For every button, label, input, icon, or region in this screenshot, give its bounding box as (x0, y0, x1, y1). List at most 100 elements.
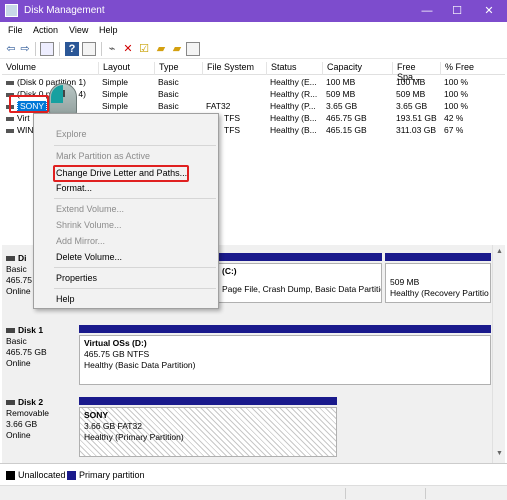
drive-icon (6, 80, 14, 85)
partition-virtual-oss[interactable]: Virtual OSs (D:) 465.75 GB NTFS Healthy … (79, 335, 491, 385)
volume-name: (Disk 0 partition 1) (6, 77, 99, 87)
menu-item-help[interactable]: Help (56, 294, 75, 304)
toolbar-separator (35, 42, 36, 56)
volume-layout: Simple (102, 101, 128, 111)
menu-action[interactable]: Action (33, 25, 58, 35)
partition-bar (217, 253, 382, 261)
volume-free: 509 MB (396, 89, 426, 99)
console-tree-icon[interactable] (40, 42, 54, 56)
disk-icon (6, 256, 15, 262)
properties-icon[interactable] (82, 42, 96, 56)
scroll-down-icon[interactable]: ▼ (496, 450, 503, 457)
disk-name: Disk 1 (18, 325, 44, 335)
legend-primary-partition: Primary partition (79, 470, 145, 480)
volume-fs: TFS (224, 125, 241, 135)
disk-name: Disk 2 (18, 397, 44, 407)
partition-status: Healthy (Basic Data Partition) (84, 360, 196, 370)
partition-status: Healthy (Recovery Partitio (390, 288, 489, 298)
toolbar: ⇦ ⇨ ? ⌁ ✕ ☑ ▰ ▰ (0, 39, 507, 59)
menu-item-properties[interactable]: Properties (56, 273, 97, 283)
view-icon[interactable] (186, 42, 200, 56)
menu-separator (54, 288, 216, 289)
maximize-button[interactable]: ☐ (444, 2, 470, 20)
menu-item-shrink-volume[interactable]: Shrink Volume... (56, 220, 122, 230)
primary-partition-swatch (67, 471, 76, 480)
partition-name: SONY (84, 410, 109, 420)
column-layout[interactable]: Layout (99, 62, 155, 75)
drive-icon (6, 128, 14, 133)
disk-state: Online (6, 430, 31, 440)
volume-free: 193.51 GB (396, 113, 437, 123)
volume-name-text: Virt (17, 113, 30, 123)
sony-highlight-box (9, 95, 49, 113)
status-bar (0, 485, 507, 500)
disk-size: 465.75 GB (6, 347, 47, 357)
vertical-scrollbar[interactable]: ▲ ▼ (492, 245, 505, 463)
partition-bar (79, 325, 491, 333)
folder-open-icon[interactable]: ▰ (154, 42, 168, 56)
check-icon[interactable]: ☑ (137, 42, 151, 56)
volume-capacity: 3.65 GB (326, 101, 358, 111)
volume-free: 3.65 GB (396, 101, 428, 111)
volume-row-selected[interactable]: SONY Simple Basic FAT32 Healthy (P... 3.… (2, 101, 505, 113)
menu-help[interactable]: Help (99, 25, 118, 35)
column-file-system[interactable]: File System (203, 62, 267, 75)
column-type[interactable]: Type (155, 62, 203, 75)
volume-name-text: WIN (17, 125, 34, 135)
scroll-up-icon[interactable]: ▲ (496, 248, 503, 255)
volume-pct-free: 67 % (444, 125, 464, 135)
partition-status: Healthy (Primary Partition) (84, 432, 184, 442)
menu-item-format[interactable]: Format... (56, 183, 92, 193)
disk-2-label[interactable]: Disk 2 Removable 3.66 GB Online (6, 397, 75, 459)
menu-item-explore[interactable]: Explore (56, 129, 87, 139)
menu-view[interactable]: View (69, 25, 88, 35)
volume-row[interactable]: (Disk 0 partition 4) Simple Basic Health… (2, 89, 505, 101)
window-title: Disk Management (24, 5, 105, 16)
partition-c[interactable]: (C:) Page File, Crash Dump, Basic Data P… (217, 263, 382, 303)
menu-separator (54, 267, 216, 268)
disk-1-label[interactable]: Disk 1 Basic 465.75 GB Online (6, 325, 75, 387)
column-free-space[interactable]: Free Spa... (393, 62, 441, 82)
volume-status: Healthy (B... (270, 113, 317, 123)
volume-row[interactable]: (Disk 0 partition 1) Simple Basic Health… (2, 77, 505, 89)
menu-item-mark-active[interactable]: Mark Partition as Active (56, 151, 150, 161)
volume-name-text: (Disk 0 partition 1) (17, 77, 86, 87)
help-icon[interactable]: ? (65, 42, 79, 56)
back-arrow-icon[interactable]: ⇦ (4, 42, 18, 56)
menu-item-add-mirror[interactable]: Add Mirror... (56, 236, 105, 246)
disk-size: 3.66 GB (6, 419, 38, 429)
forward-arrow-icon[interactable]: ⇨ (18, 42, 32, 56)
volume-status: Healthy (B... (270, 125, 317, 135)
column-status[interactable]: Status (267, 62, 323, 75)
disk-icon (6, 400, 15, 406)
menu-file[interactable]: File (8, 25, 23, 35)
close-button[interactable]: ✕ (476, 2, 502, 20)
legend-unallocated: Unallocated (18, 470, 66, 480)
column-volume[interactable]: Volume (2, 62, 99, 75)
volume-free: 100 MB (396, 77, 426, 87)
disk-icon (6, 328, 15, 334)
volume-free: 311.03 GB (396, 125, 437, 135)
partition-sony[interactable]: SONY 3.66 GB FAT32 Healthy (Primary Part… (79, 407, 337, 457)
volume-type: Basic (158, 77, 179, 87)
volume-status: Healthy (P... (270, 101, 316, 111)
disk-management-app-icon (5, 4, 18, 17)
column-capacity[interactable]: Capacity (323, 62, 393, 75)
volume-capacity: 509 MB (326, 89, 356, 99)
partition-name: Virtual OSs (D:) (84, 338, 147, 348)
connect-icon[interactable]: ⌁ (105, 42, 119, 56)
minimize-button[interactable]: — (414, 2, 440, 20)
menu-item-extend-volume[interactable]: Extend Volume... (56, 204, 124, 214)
volume-pct-free: 100 % (444, 101, 469, 111)
folder-icon[interactable]: ▰ (170, 42, 184, 56)
volume-capacity: 465.75 GB (326, 113, 367, 123)
delete-icon[interactable]: ✕ (121, 42, 135, 56)
partition-recovery[interactable]: 509 MB Healthy (Recovery Partitio (385, 263, 491, 303)
menu-separator (54, 198, 216, 199)
volume-capacity: 100 MB (326, 77, 356, 87)
menu-item-delete-volume[interactable]: Delete Volume... (56, 252, 122, 262)
column-percent-free[interactable]: % Free (441, 62, 505, 75)
volume-status: Healthy (E... (270, 77, 317, 87)
volume-fs: FAT32 (206, 101, 231, 111)
disk-kind: Basic (6, 336, 27, 346)
